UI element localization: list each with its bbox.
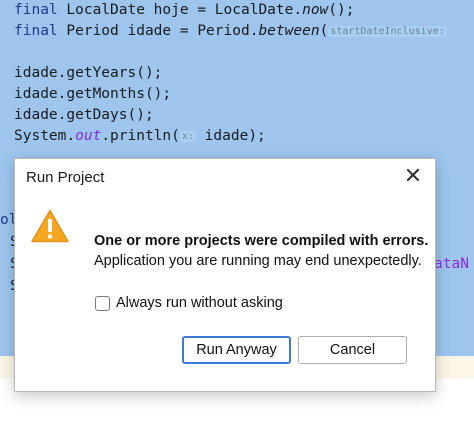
code-line: idade.getMonths(); bbox=[14, 86, 172, 102]
dialog-title: Run Project bbox=[26, 169, 105, 186]
code-line: final LocalDate hoje = LocalDate.now(); bbox=[14, 2, 355, 18]
code-line: idade.getYears(); bbox=[14, 65, 163, 81]
always-run-label[interactable]: Always run without asking bbox=[116, 295, 283, 311]
cancel-button[interactable]: Cancel bbox=[298, 336, 407, 364]
close-icon[interactable]: ✕ bbox=[403, 166, 423, 188]
error-message-title: One or more projects were compiled with … bbox=[94, 233, 429, 249]
error-message-detail: Application you are running may end unex… bbox=[94, 253, 422, 269]
parameter-hint: x: bbox=[179, 131, 196, 142]
always-run-option[interactable]: Always run without asking bbox=[95, 293, 283, 313]
code-line: final Period idade = Period.between(star… bbox=[14, 23, 447, 39]
warning-icon bbox=[31, 209, 69, 243]
code-line: System.out.println(x: idade); bbox=[14, 128, 266, 144]
parameter-hint: startDateInclusive: bbox=[328, 26, 447, 37]
always-run-checkbox[interactable] bbox=[95, 295, 110, 311]
code-fragment: ataN bbox=[434, 256, 469, 272]
code-line: idade.getDays(); bbox=[14, 107, 154, 123]
run-project-dialog: Run Project ✕ One or more projects were … bbox=[14, 158, 436, 392]
run-anyway-button[interactable]: Run Anyway bbox=[182, 336, 291, 364]
